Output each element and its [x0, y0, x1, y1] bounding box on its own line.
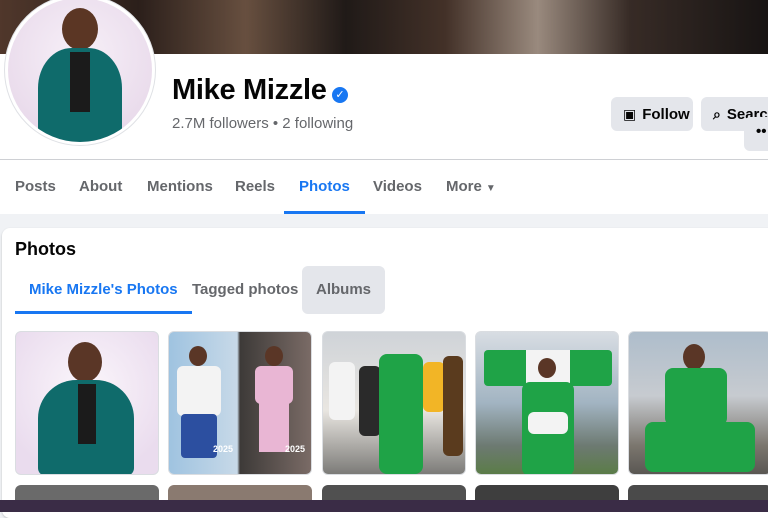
subtab-tagged-photos[interactable]: Tagged photos [178, 266, 312, 314]
tab-more[interactable]: More ▼ [431, 160, 511, 214]
tab-more-label: More [446, 178, 482, 195]
follow-icon: ▣ [623, 105, 637, 122]
chevron-down-icon: ▼ [485, 183, 496, 194]
follow-button[interactable]: ▣ Follow [611, 97, 693, 131]
photo-thumbnail[interactable] [15, 331, 159, 475]
more-options-button[interactable]: •• [744, 117, 768, 151]
photos-title: Photos [15, 239, 76, 259]
photo-thumbnail[interactable]: 2025 2025 [168, 331, 312, 475]
tab-posts[interactable]: Posts [0, 160, 71, 214]
photo-thumbnail[interactable] [15, 485, 159, 500]
photo-thumbnail[interactable] [628, 331, 768, 475]
profile-tabs: Posts About Mentions Reels Photos Videos… [0, 160, 768, 214]
profile-avatar[interactable] [4, 0, 156, 146]
subtab-own-photos[interactable]: Mike Mizzle's Photos [15, 266, 192, 314]
photo-thumbnail[interactable] [322, 331, 466, 475]
photo-thumbnail[interactable] [475, 331, 619, 475]
follow-label: Follow [642, 105, 690, 123]
profile-name: Mike Mizzle [172, 74, 327, 106]
search-icon: ⌕ [713, 105, 721, 122]
tab-about[interactable]: About [64, 160, 137, 214]
photos-card: Photos Mike Mizzle's Photos Tagged photo… [2, 228, 768, 518]
tab-reels[interactable]: Reels [220, 160, 290, 214]
photo-thumbnail[interactable] [475, 485, 619, 500]
photo-year-label: 2025 [285, 444, 306, 454]
follower-stats[interactable]: 2.7M followers • 2 following [172, 115, 353, 132]
photo-thumbnail[interactable] [322, 485, 466, 500]
bottom-edge [0, 500, 768, 512]
photo-year-label: 2025 [213, 444, 234, 454]
verified-badge-icon: ✓ [332, 87, 348, 103]
photo-thumbnail[interactable] [628, 485, 768, 500]
tab-videos[interactable]: Videos [358, 160, 437, 214]
tab-photos[interactable]: Photos [284, 160, 365, 214]
photo-thumbnail[interactable] [168, 485, 312, 500]
subtab-albums[interactable]: Albums [302, 266, 386, 314]
profile-header: Mike Mizzle ✓ 2.7M followers • 2 followi… [0, 0, 768, 214]
tab-mentions[interactable]: Mentions [132, 160, 228, 214]
